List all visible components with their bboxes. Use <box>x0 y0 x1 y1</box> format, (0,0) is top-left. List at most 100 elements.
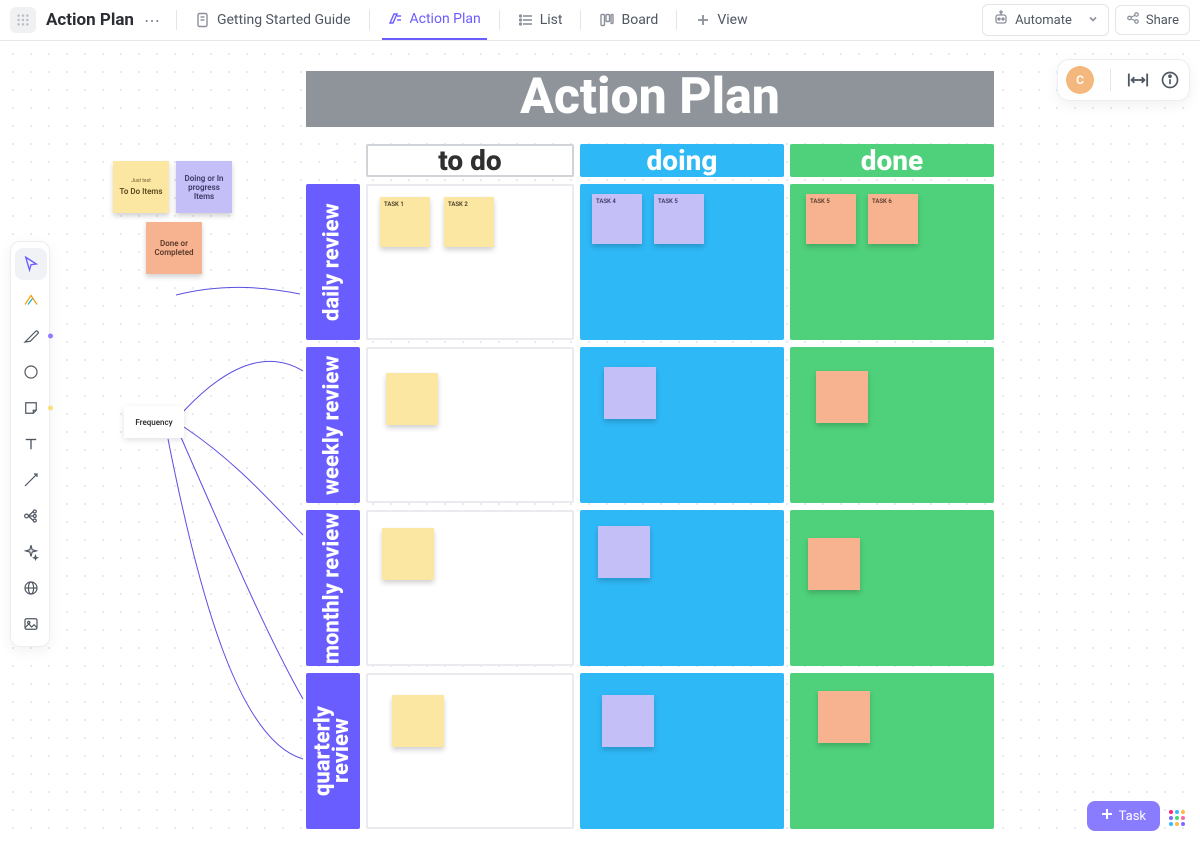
column-header-todo: to do <box>366 144 574 177</box>
app-grip-icon[interactable] <box>10 7 36 33</box>
cell-daily-done[interactable]: TASK 5 TASK 6 <box>790 184 994 340</box>
row-weekly: weekly review <box>306 347 994 503</box>
legend-doing-sticky[interactable]: Doing or In progress Items <box>176 161 232 213</box>
whiteboard-canvas[interactable]: Just text To Do Items Doing or In progre… <box>0 41 1200 843</box>
sticky-quarterly-done[interactable] <box>818 691 870 743</box>
topbar: Action Plan ⋯ Getting Started Guide Acti… <box>0 0 1200 41</box>
legend-tiny-label: Just text <box>131 178 151 184</box>
divider <box>676 10 677 30</box>
tool-hand[interactable] <box>15 284 47 316</box>
tab-label: View <box>717 12 747 28</box>
divider <box>580 10 581 30</box>
board-icon <box>599 12 615 28</box>
sticky-monthly-done[interactable] <box>808 538 860 590</box>
sticky-monthly-doing[interactable] <box>598 526 650 578</box>
cell-quarterly-todo[interactable] <box>366 673 574 829</box>
cell-monthly-todo[interactable] <box>366 510 574 666</box>
divider <box>176 10 177 30</box>
sticky-monthly-todo[interactable] <box>382 528 434 580</box>
legend-done-sticky[interactable]: Done or Completed <box>146 222 202 274</box>
tab-list[interactable]: List <box>512 0 569 40</box>
fit-width-icon[interactable] <box>1127 69 1149 91</box>
tab-board[interactable]: Board <box>593 0 664 40</box>
cell-weekly-todo[interactable] <box>366 347 574 503</box>
cell-daily-todo[interactable]: TASK 1 TASK 2 <box>366 184 574 340</box>
column-header-doing: doing <box>580 144 784 177</box>
cell-monthly-done[interactable] <box>790 510 994 666</box>
tool-ai[interactable] <box>15 536 47 568</box>
tool-shape[interactable] <box>15 356 47 388</box>
tool-mindmap[interactable] <box>15 500 47 532</box>
tab-getting-started[interactable]: Getting Started Guide <box>189 0 357 40</box>
legend-todo-sticky[interactable]: Just text To Do Items <box>113 161 169 213</box>
sticky-quarterly-doing[interactable] <box>602 695 654 747</box>
tab-label: List <box>540 12 563 28</box>
apps-grid-icon[interactable] <box>1166 807 1188 829</box>
sticky-weekly-todo[interactable] <box>386 373 438 425</box>
tool-web[interactable] <box>15 572 47 604</box>
cell-quarterly-doing[interactable] <box>580 673 784 829</box>
tab-action-plan[interactable]: Action Plan <box>382 0 487 40</box>
automate-label: Automate <box>1015 13 1072 28</box>
avatar[interactable]: C <box>1066 66 1094 94</box>
share-button[interactable]: Share <box>1115 5 1190 35</box>
legend-doing-label: Doing or In progress Items <box>179 174 229 201</box>
automate-button[interactable]: Automate <box>982 4 1109 36</box>
robot-icon <box>993 10 1009 30</box>
tool-sticky[interactable] <box>15 392 47 424</box>
frequency-box[interactable]: Frequency <box>124 406 184 438</box>
row-monthly: monthly review <box>306 510 994 666</box>
sticky-weekly-done[interactable] <box>816 371 868 423</box>
cell-quarterly-done[interactable] <box>790 673 994 829</box>
tool-text[interactable] <box>15 428 47 460</box>
tool-image[interactable] <box>15 608 47 640</box>
board-title: Action Plan <box>306 71 994 127</box>
info-icon[interactable] <box>1159 69 1181 91</box>
tab-label: Board <box>621 12 658 28</box>
tab-label: Getting Started Guide <box>217 12 351 28</box>
share-label: Share <box>1146 13 1179 28</box>
list-icon <box>518 12 534 28</box>
sticky-task-4[interactable]: TASK 4 <box>592 194 642 244</box>
cell-weekly-doing[interactable] <box>580 347 784 503</box>
row-label-weekly: weekly review <box>306 347 360 503</box>
sticky-task-5b[interactable]: TASK 5 <box>806 194 856 244</box>
legend-todo-label: To Do Items <box>120 187 163 196</box>
cell-weekly-done[interactable] <box>790 347 994 503</box>
column-header-done: done <box>790 144 994 177</box>
divider <box>1110 69 1111 91</box>
divider <box>369 10 370 30</box>
sticky-task-6[interactable]: TASK 6 <box>868 194 918 244</box>
sticky-task-1[interactable]: TASK 1 <box>380 197 430 247</box>
plus-icon <box>1101 808 1113 824</box>
tab-label: Action Plan <box>410 11 481 27</box>
document-icon <box>195 12 211 28</box>
sticky-quarterly-todo[interactable] <box>392 695 444 747</box>
sticky-task-2[interactable]: TASK 2 <box>444 197 494 247</box>
tool-pen[interactable] <box>15 320 47 352</box>
plus-icon <box>695 12 711 28</box>
row-label-daily: daily review <box>306 184 360 340</box>
new-task-button[interactable]: Task <box>1087 801 1160 831</box>
row-quarterly: quarterly review <box>306 673 994 829</box>
cell-monthly-doing[interactable] <box>580 510 784 666</box>
whiteboard-icon <box>388 11 404 27</box>
canvas-top-right-pill: C <box>1057 59 1190 101</box>
divider <box>499 10 500 30</box>
add-view[interactable]: View <box>689 0 753 40</box>
left-toolbar <box>10 241 50 647</box>
board-header-row: to do doing done <box>306 144 994 177</box>
sticky-task-5a[interactable]: TASK 5 <box>654 194 704 244</box>
sticky-weekly-doing[interactable] <box>604 367 656 419</box>
share-icon <box>1126 11 1140 29</box>
row-label-monthly: monthly review <box>306 510 360 666</box>
task-button-label: Task <box>1119 809 1146 824</box>
chevron-down-icon <box>1088 13 1098 28</box>
more-options-icon[interactable]: ⋯ <box>144 11 160 30</box>
tool-select[interactable] <box>15 248 47 280</box>
row-label-quarterly: quarterly review <box>306 673 360 829</box>
row-daily: daily review TASK 1 TASK 2 TASK 4 TASK 5… <box>306 184 994 340</box>
tool-connector[interactable] <box>15 464 47 496</box>
legend-done-label: Done or Completed <box>149 239 199 257</box>
cell-daily-doing[interactable]: TASK 4 TASK 5 <box>580 184 784 340</box>
